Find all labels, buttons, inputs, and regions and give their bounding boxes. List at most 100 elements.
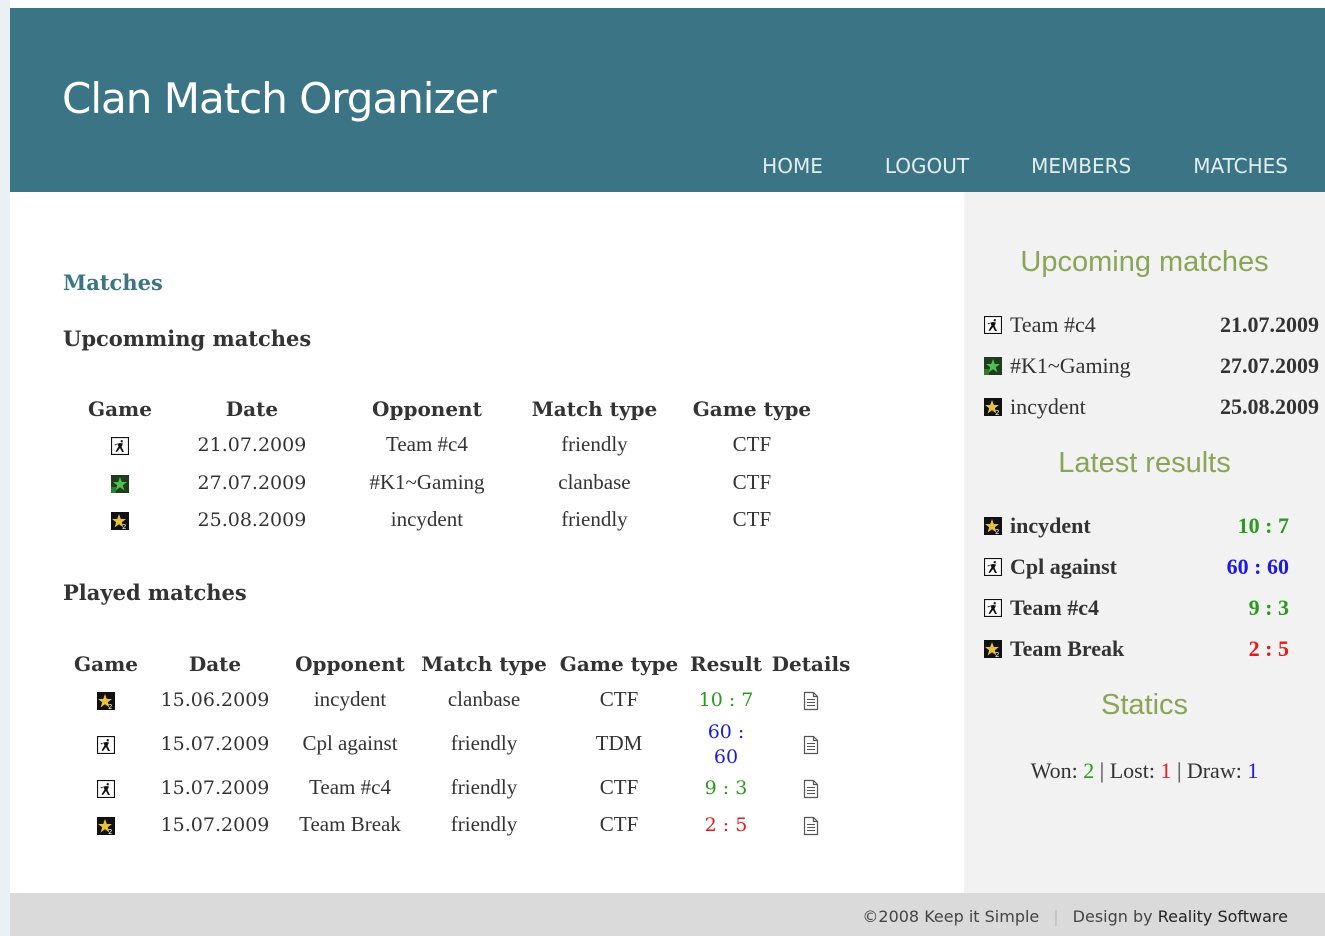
svg-text:2: 2 bbox=[108, 703, 112, 710]
match-result: 10 : 7 bbox=[698, 689, 754, 712]
game-type-cell: CTF bbox=[732, 507, 772, 532]
column-header-game: Game bbox=[74, 652, 138, 676]
column-header-match-type: Match type bbox=[421, 652, 547, 676]
list-item[interactable]: Cpl against 60 : 60 bbox=[984, 546, 1319, 587]
cs-icon bbox=[97, 779, 115, 798]
game-cell bbox=[78, 426, 162, 464]
match-date: 25.08.2009 bbox=[197, 509, 307, 532]
played-section-title: Played matches bbox=[63, 580, 247, 605]
date-cell: 15.06.2009 bbox=[145, 681, 285, 719]
list-item[interactable]: 2 Team Break 2 : 5 bbox=[984, 628, 1319, 669]
date-cell: 25.08.2009 bbox=[162, 501, 342, 539]
details-cell bbox=[767, 806, 855, 844]
match-result: 9 : 3 bbox=[704, 776, 748, 799]
list-item[interactable]: Team #c4 21.07.2009 bbox=[984, 304, 1319, 345]
nav-members[interactable]: MEMBERS bbox=[1031, 154, 1131, 178]
nav-matches[interactable]: MATCHES bbox=[1193, 154, 1288, 178]
match-type-cell: clanbase bbox=[447, 687, 521, 712]
nav-home[interactable]: HOME bbox=[762, 154, 823, 178]
list-item[interactable]: 2 incydent 25.08.2009 bbox=[984, 386, 1319, 427]
game-type-cell: CTF bbox=[599, 774, 639, 799]
match-type-cell: friendly bbox=[561, 432, 628, 457]
game-cell bbox=[67, 719, 145, 769]
result-cell: 10 : 7 bbox=[685, 681, 767, 719]
cs-icon bbox=[984, 598, 1002, 617]
main-content: Matches Upcomming matches Game Date Oppo… bbox=[10, 192, 964, 893]
match-score: 60 : 60 bbox=[1226, 553, 1289, 579]
date-cell: 27.07.2009 bbox=[162, 464, 342, 502]
match-type-cell: friendly bbox=[450, 812, 518, 837]
match-date: 25.08.2009 bbox=[1220, 393, 1319, 419]
upcoming-matches-table: Game Date Opponent Match type Game type … bbox=[78, 392, 827, 539]
column-header-date: Date bbox=[188, 652, 242, 676]
upcoming-section-title: Upcomming matches bbox=[63, 326, 312, 351]
match-type-cell: friendly bbox=[450, 774, 518, 799]
star-gold-icon: 2 bbox=[984, 516, 1002, 535]
table-row: 15.07.2009 Cpl against friendly TDM 60 : 60 bbox=[67, 719, 855, 769]
opponent-cell: Team #c4 bbox=[385, 432, 468, 457]
list-item[interactable]: 2 incydent 10 : 7 bbox=[984, 505, 1319, 546]
column-header-match-type: Match type bbox=[531, 397, 658, 421]
result-cell: 2 : 5 bbox=[685, 806, 767, 844]
game-cell: 2 bbox=[67, 806, 145, 844]
left-edge-strip bbox=[0, 0, 10, 936]
document-icon[interactable] bbox=[803, 779, 819, 799]
document-icon[interactable] bbox=[803, 816, 819, 836]
star-gold-icon: 2 bbox=[97, 817, 115, 836]
opponent-name: Team Break bbox=[1010, 635, 1125, 661]
site-header: Clan Match Organizer HOME LOGOUT MEMBERS… bbox=[10, 8, 1325, 192]
result-cell: 60 : 60 bbox=[685, 719, 767, 769]
sidebar: Upcoming matches Team #c4 21.07.2009 #K1~G… bbox=[964, 192, 1325, 893]
list-item[interactable]: Team #c4 9 : 3 bbox=[984, 587, 1319, 628]
game-cell bbox=[67, 769, 145, 807]
sidebar-results-list: 2 incydent 10 : 7 Cpl against 60 : 60 Team #c… bbox=[984, 505, 1319, 669]
stats-separator: | bbox=[1099, 758, 1110, 783]
date-cell: 15.07.2009 bbox=[145, 806, 285, 844]
copyright-text: ©2008 Keep it Simple bbox=[862, 907, 1040, 926]
cs-icon bbox=[984, 557, 1002, 576]
opponent-cell: Team Break bbox=[299, 812, 401, 837]
match-type-cell: friendly bbox=[450, 731, 518, 755]
column-header-game-type: Game type bbox=[692, 397, 812, 421]
game-type-cell: TDM bbox=[595, 731, 643, 755]
table-row: 27.07.2009 #K1~Gaming clanbase CTF bbox=[78, 464, 827, 502]
match-result: 2 : 5 bbox=[704, 814, 748, 837]
cs-icon bbox=[110, 437, 129, 456]
column-header-game: Game bbox=[88, 397, 152, 421]
main-nav: HOME LOGOUT MEMBERS MATCHES bbox=[762, 154, 1288, 178]
footer-text: ©2008 Keep it Simple | Design by Reality S… bbox=[862, 907, 1288, 926]
match-date: 21.07.2009 bbox=[1220, 311, 1319, 337]
game-type-cell: CTF bbox=[732, 432, 772, 457]
star-gold-icon: 2 bbox=[984, 639, 1002, 658]
match-date: 15.07.2009 bbox=[160, 733, 270, 755]
nav-logout[interactable]: LOGOUT bbox=[885, 154, 969, 178]
column-header-date: Date bbox=[225, 397, 279, 421]
table-row: 2 25.08.2009 incydent friendly CTF bbox=[78, 501, 827, 539]
match-type-cell: friendly bbox=[561, 507, 628, 532]
match-score: 10 : 7 bbox=[1237, 512, 1289, 538]
table-row: 21.07.2009 Team #c4 friendly CTF bbox=[78, 426, 827, 464]
svg-text:2: 2 bbox=[108, 828, 112, 835]
opponent-name: Team #c4 bbox=[1010, 594, 1100, 620]
column-header-details: Details bbox=[771, 652, 851, 676]
sidebar-stats-title: Statics bbox=[1100, 689, 1189, 721]
match-result: 60 : 60 bbox=[707, 720, 745, 768]
draw-count: 1 bbox=[1247, 758, 1259, 783]
page-title: Matches bbox=[63, 270, 163, 295]
details-cell bbox=[767, 681, 855, 719]
result-cell: 9 : 3 bbox=[685, 769, 767, 807]
design-credit-link[interactable]: Reality Software bbox=[1158, 907, 1288, 926]
table-header-row: Game Date Opponent Match type Game type … bbox=[67, 647, 855, 681]
list-item[interactable]: #K1~Gaming 27.07.2009 bbox=[984, 345, 1319, 386]
match-date: 15.07.2009 bbox=[160, 814, 270, 837]
stats-separator: | bbox=[1176, 758, 1187, 783]
opponent-name: incydent bbox=[1010, 512, 1091, 538]
opponent-cell: incydent bbox=[313, 687, 387, 712]
match-type-cell: clanbase bbox=[558, 469, 631, 494]
date-cell: 21.07.2009 bbox=[162, 426, 342, 464]
match-date: 15.07.2009 bbox=[160, 776, 270, 799]
document-icon[interactable] bbox=[803, 735, 819, 755]
star-green-icon bbox=[110, 474, 129, 493]
cs-icon bbox=[984, 315, 1002, 334]
document-icon[interactable] bbox=[803, 691, 819, 711]
